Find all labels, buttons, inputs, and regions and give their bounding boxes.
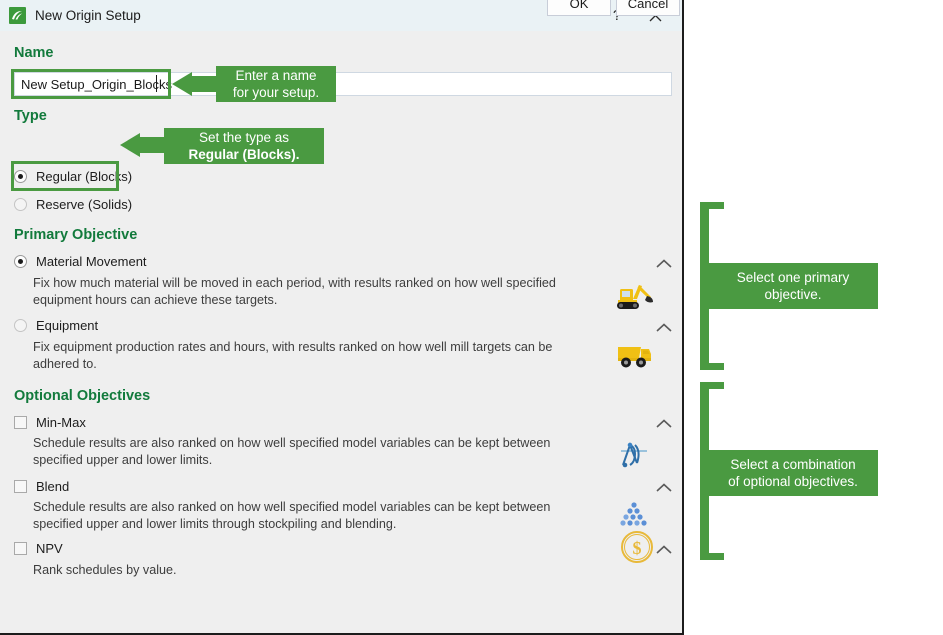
option-label: Material Movement — [36, 254, 147, 269]
dollar-coin-icon: $ — [618, 528, 656, 571]
radio-regular-blocks[interactable]: Regular (Blocks) — [14, 169, 132, 184]
type-callout-box: Set the type as Regular (Blocks). — [164, 128, 324, 164]
optional-objectives-heading: Optional Objectives — [14, 388, 151, 404]
app-logo-icon — [9, 7, 26, 24]
radio-indicator — [14, 255, 27, 268]
chevron-up-icon[interactable] — [653, 481, 675, 495]
radio-material-movement[interactable]: Material Movement — [14, 254, 147, 269]
option-label: Equipment — [36, 318, 99, 333]
new-origin-setup-dialog: New Origin Setup ? Name Type Regular (Bl… — [0, 0, 684, 635]
checkbox-min-max[interactable]: Min-Max — [14, 415, 86, 430]
name-callout-line1: Enter a name — [235, 68, 317, 83]
svg-text:$: $ — [633, 538, 642, 558]
type-callout-line1: Set the type as — [198, 130, 290, 145]
checkbox-indicator — [14, 480, 27, 493]
option-label: Min-Max — [36, 415, 86, 430]
dump-truck-icon — [615, 341, 657, 374]
radio-indicator — [14, 319, 27, 332]
window-title: New Origin Setup — [35, 8, 141, 23]
chevron-up-icon[interactable] — [653, 321, 675, 335]
option-description: Rank schedules by value. — [33, 563, 177, 577]
radio-indicator — [14, 170, 27, 183]
name-callout-arrow — [172, 72, 220, 101]
chevron-up-icon[interactable] — [653, 257, 675, 271]
optional-objectives-callout-box: Select a combination of optional objecti… — [708, 450, 878, 496]
optional-callout-line2: of optional objectives. — [728, 474, 858, 489]
name-callout-line2: for your setup. — [232, 85, 320, 100]
ok-button-label: OK — [569, 0, 589, 11]
radio-equipment[interactable]: Equipment — [14, 318, 98, 333]
radio-indicator — [14, 198, 27, 211]
checkbox-indicator — [14, 416, 27, 429]
primary-callout-line2: objective. — [764, 287, 822, 302]
checkbox-indicator — [14, 542, 27, 555]
excavator-icon — [615, 279, 657, 316]
name-callout-box: Enter a name for your setup. — [216, 66, 336, 102]
checkbox-blend[interactable]: Blend — [14, 479, 69, 494]
primary-objective-callout-box: Select one primary objective. — [708, 263, 878, 309]
option-label: Blend — [36, 479, 70, 494]
chevron-up-icon[interactable] — [653, 543, 675, 557]
option-label: NPV — [36, 541, 63, 556]
checkbox-npv[interactable]: NPV — [14, 541, 63, 556]
type-callout-arrow — [120, 133, 168, 162]
option-description: Fix equipment production rates and hours… — [33, 340, 553, 371]
type-callout-line2: Regular (Blocks). — [188, 147, 300, 162]
option-description: Fix how much material will be moved in e… — [33, 276, 556, 307]
optional-callout-line1: Select a combination — [730, 457, 856, 472]
text-caret — [156, 75, 157, 92]
primary-callout-line1: Select one primary — [736, 270, 850, 285]
radio-label: Reserve (Solids) — [36, 197, 133, 212]
chevron-up-icon[interactable] — [653, 417, 675, 431]
option-description: Schedule results are also ranked on how … — [33, 500, 551, 531]
ok-button[interactable]: OK — [547, 0, 611, 16]
cancel-button[interactable]: Cancel — [616, 0, 680, 16]
name-section-heading: Name — [14, 45, 54, 61]
cancel-button-label: Cancel — [627, 0, 669, 11]
setup-name-input[interactable] — [14, 72, 672, 96]
primary-objective-heading: Primary Objective — [14, 227, 138, 243]
radio-reserve-solids[interactable]: Reserve (Solids) — [14, 197, 132, 212]
sine-wave-icon — [617, 439, 655, 480]
option-description: Schedule results are also ranked on how … — [33, 436, 551, 467]
radio-label: Regular (Blocks) — [36, 169, 133, 184]
type-section-heading: Type — [14, 108, 47, 124]
